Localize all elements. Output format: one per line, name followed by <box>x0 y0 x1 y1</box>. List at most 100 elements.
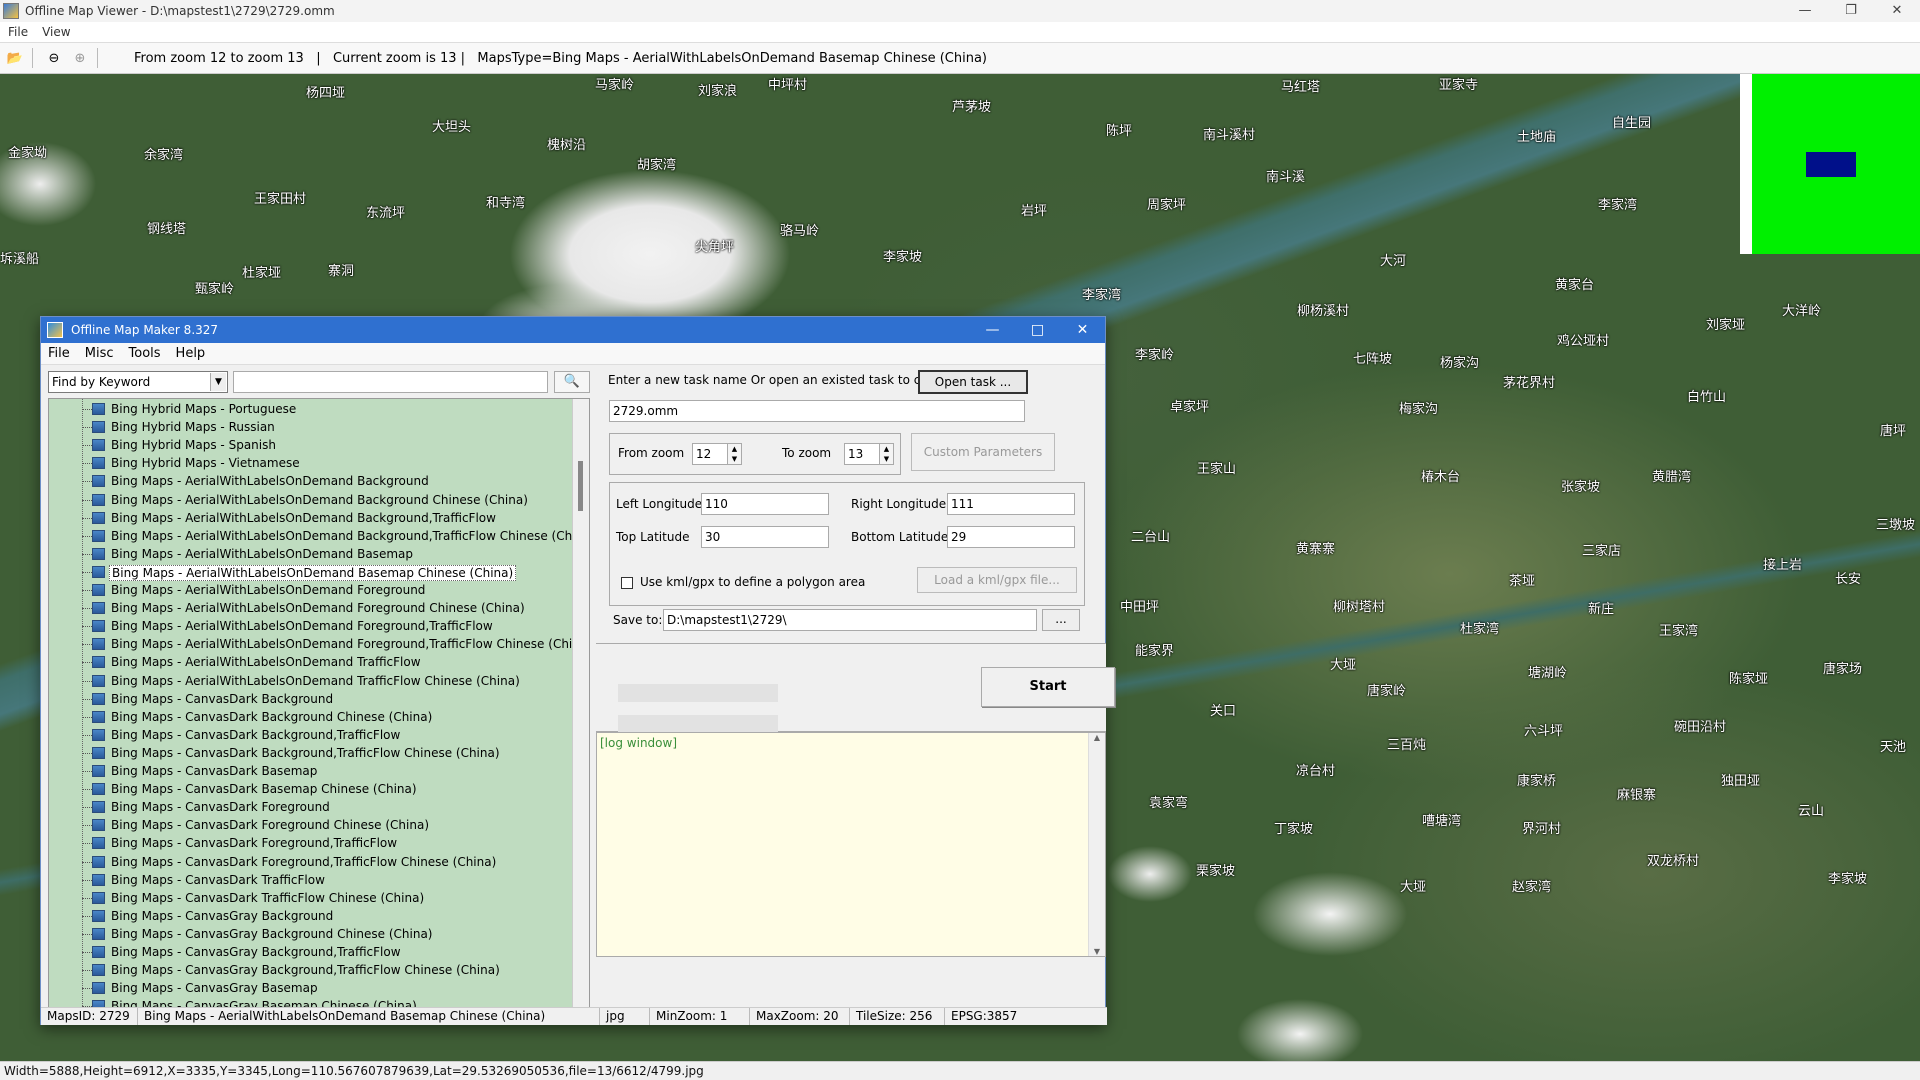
dialog-titlebar[interactable]: Offline Map Maker 8.327 — □ ✕ <box>41 317 1105 343</box>
map-place-label: 芦茅坡 <box>952 100 992 115</box>
map-place-label: 茶垭 <box>1509 574 1536 589</box>
map-place-label: 椿木台 <box>1421 470 1461 485</box>
tree-item[interactable]: Bing Maps - CanvasDark Foreground Chines… <box>49 817 569 835</box>
task-name-input[interactable]: 2729.omm <box>609 400 1025 422</box>
log-scrollbar[interactable]: ▲ ▼ <box>1088 733 1105 956</box>
maximize-button[interactable]: ❐ <box>1828 0 1874 22</box>
custom-parameters-button[interactable]: Custom Parameters <box>911 433 1055 471</box>
map-place-label: 碗田沿村 <box>1674 720 1727 735</box>
start-button[interactable]: Start <box>981 667 1115 707</box>
open-task-button[interactable]: Open task ... <box>918 370 1028 394</box>
dialog-maximize-button[interactable]: □ <box>1015 317 1060 343</box>
scrollbar-thumb[interactable] <box>578 461 583 511</box>
dialog-close-button[interactable]: ✕ <box>1060 317 1105 343</box>
zoom-out-icon[interactable]: ⊖ <box>43 47 65 69</box>
maps-tree[interactable]: Bing Hybrid Maps - Portuguese Bing Hybrid… <box>48 398 590 1011</box>
tree-item[interactable]: Bing Hybrid Maps - Portuguese <box>49 401 569 419</box>
tree-item[interactable]: Bing Maps - AerialWithLabelsOnDemand Tra… <box>49 673 569 691</box>
minimap[interactable] <box>1740 74 1920 254</box>
log-window[interactable]: [log window] ▲ ▼ <box>596 732 1106 957</box>
tree-item[interactable]: Bing Maps - CanvasDark Background,Traffi… <box>49 727 569 745</box>
tree-item[interactable]: Bing Maps - AerialWithLabelsOnDemand Bac… <box>49 510 569 528</box>
tree-item[interactable]: Bing Maps - CanvasDark Background Chines… <box>49 709 569 727</box>
tree-item[interactable]: Bing Maps - CanvasDark TrafficFlow Chine… <box>49 890 569 908</box>
tree-item[interactable]: Bing Maps - CanvasGray Background,Traffi… <box>49 962 569 980</box>
left-longitude-input[interactable]: 110 <box>701 493 829 515</box>
zoom-in-icon[interactable]: ⊕ <box>69 47 91 69</box>
menu-file[interactable]: File <box>8 25 28 39</box>
menu-view[interactable]: View <box>42 25 70 39</box>
stepper-arrows-icon[interactable]: ▲ ▼ <box>727 444 741 464</box>
tree-item[interactable]: Bing Maps - CanvasGray Basemap <box>49 980 569 998</box>
tree-item-label: Bing Maps - AerialWithLabelsOnDemand Bac… <box>111 474 429 489</box>
tree-item[interactable]: Bing Maps - CanvasDark Background <box>49 691 569 709</box>
chevron-down-icon[interactable]: ▼ <box>210 373 226 391</box>
dialog-menu-misc[interactable]: Misc <box>85 346 114 361</box>
dialog-menu-tools[interactable]: Tools <box>129 346 161 361</box>
top-latitude-input[interactable]: 30 <box>701 526 829 548</box>
map-place-label: 甄家岭 <box>195 282 235 297</box>
tree-item[interactable]: Bing Maps - CanvasDark Basemap Chinese (… <box>49 781 569 799</box>
find-mode-select[interactable]: Find by Keyword ▼ <box>48 371 228 393</box>
stepper-arrows-icon[interactable]: ▲ ▼ <box>879 444 893 464</box>
dialog-menu-file[interactable]: File <box>48 346 70 361</box>
search-button[interactable]: 🔍 <box>554 371 590 393</box>
minimize-button[interactable]: — <box>1782 0 1828 22</box>
load-kml-button[interactable]: Load a kml/gpx file... <box>917 567 1077 593</box>
dialog-minimize-button[interactable]: — <box>970 317 1015 343</box>
minimap-viewport[interactable] <box>1806 152 1856 177</box>
save-path-input[interactable]: D:\mapstest1\2729\ <box>663 609 1037 631</box>
tree-item[interactable]: Bing Maps - AerialWithLabelsOnDemand Bas… <box>49 564 569 582</box>
tree-item[interactable]: Bing Maps - AerialWithLabelsOnDemand For… <box>49 582 569 600</box>
tree-item[interactable]: Bing Hybrid Maps - Spanish <box>49 437 569 455</box>
tree-connector <box>82 445 92 447</box>
map-type-icon <box>92 819 105 832</box>
log-title: [log window] <box>600 736 677 750</box>
map-place-label: 接上岩 <box>1763 558 1803 573</box>
tree-item[interactable]: Bing Maps - CanvasDark Foreground <box>49 799 569 817</box>
tree-item[interactable]: Bing Hybrid Maps - Vietnamese <box>49 455 569 473</box>
to-zoom-stepper[interactable]: 13 ▲ ▼ <box>844 443 894 465</box>
search-input[interactable] <box>233 371 548 393</box>
map-place-label: 李家湾 <box>1598 198 1638 213</box>
dialog-menu-help[interactable]: Help <box>176 346 206 361</box>
tree-item[interactable]: Bing Maps - CanvasDark Background,Traffi… <box>49 745 569 763</box>
tree-item[interactable]: Bing Hybrid Maps - Russian <box>49 419 569 437</box>
tree-item[interactable]: Bing Maps - AerialWithLabelsOnDemand Bac… <box>49 473 569 491</box>
tree-item[interactable]: Bing Maps - CanvasDark Foreground,Traffi… <box>49 854 569 872</box>
tree-connector <box>82 571 92 573</box>
toolbar-divider <box>32 48 33 68</box>
from-zoom-stepper[interactable]: 12 ▲ ▼ <box>692 443 742 465</box>
bottom-latitude-input[interactable]: 29 <box>947 526 1075 548</box>
map-place-label: 三墩坡 <box>1876 518 1916 533</box>
tree-item[interactable]: Bing Maps - CanvasGray Background Chines… <box>49 926 569 944</box>
tree-item[interactable]: Bing Maps - CanvasDark TrafficFlow <box>49 872 569 890</box>
map-type-icon <box>92 728 105 741</box>
map-place-label: 大河 <box>1380 254 1407 269</box>
tree-item[interactable]: Bing Maps - AerialWithLabelsOnDemand For… <box>49 618 569 636</box>
map-place-label: 大垭 <box>1400 880 1427 895</box>
close-button[interactable]: ✕ <box>1874 0 1920 22</box>
tree-item[interactable]: Bing Maps - CanvasDark Foreground,Traffi… <box>49 835 569 853</box>
tree-item[interactable]: Bing Maps - CanvasGray Background <box>49 908 569 926</box>
tree-item[interactable]: Bing Maps - AerialWithLabelsOnDemand For… <box>49 600 569 618</box>
tree-item[interactable]: Bing Maps - AerialWithLabelsOnDemand Bas… <box>49 546 569 564</box>
map-type-icon <box>92 982 105 995</box>
scroll-down-icon[interactable]: ▼ <box>1089 947 1105 956</box>
map-type-icon <box>92 909 105 922</box>
tree-item[interactable]: Bing Maps - CanvasDark Basemap <box>49 763 569 781</box>
open-folder-icon[interactable]: 📂 <box>4 47 26 69</box>
dialog-app-icon <box>47 322 63 338</box>
tree-item[interactable]: Bing Maps - AerialWithLabelsOnDemand Tra… <box>49 654 569 672</box>
right-longitude-input[interactable]: 111 <box>947 493 1075 515</box>
tree-item[interactable]: Bing Maps - AerialWithLabelsOnDemand For… <box>49 636 589 654</box>
map-place-label: 塘湖岭 <box>1528 666 1568 681</box>
tree-item[interactable]: Bing Maps - CanvasGray Background,Traffi… <box>49 944 569 962</box>
tree-scrollbar[interactable] <box>572 399 589 1010</box>
scroll-up-icon[interactable]: ▲ <box>1089 733 1105 742</box>
kml-polygon-checkbox[interactable] <box>621 577 633 589</box>
browse-button[interactable]: ... <box>1042 609 1080 631</box>
tree-connector <box>82 897 92 899</box>
tree-item[interactable]: Bing Maps - AerialWithLabelsOnDemand Bac… <box>49 492 569 510</box>
tree-item[interactable]: Bing Maps - AerialWithLabelsOnDemand Bac… <box>49 528 589 546</box>
